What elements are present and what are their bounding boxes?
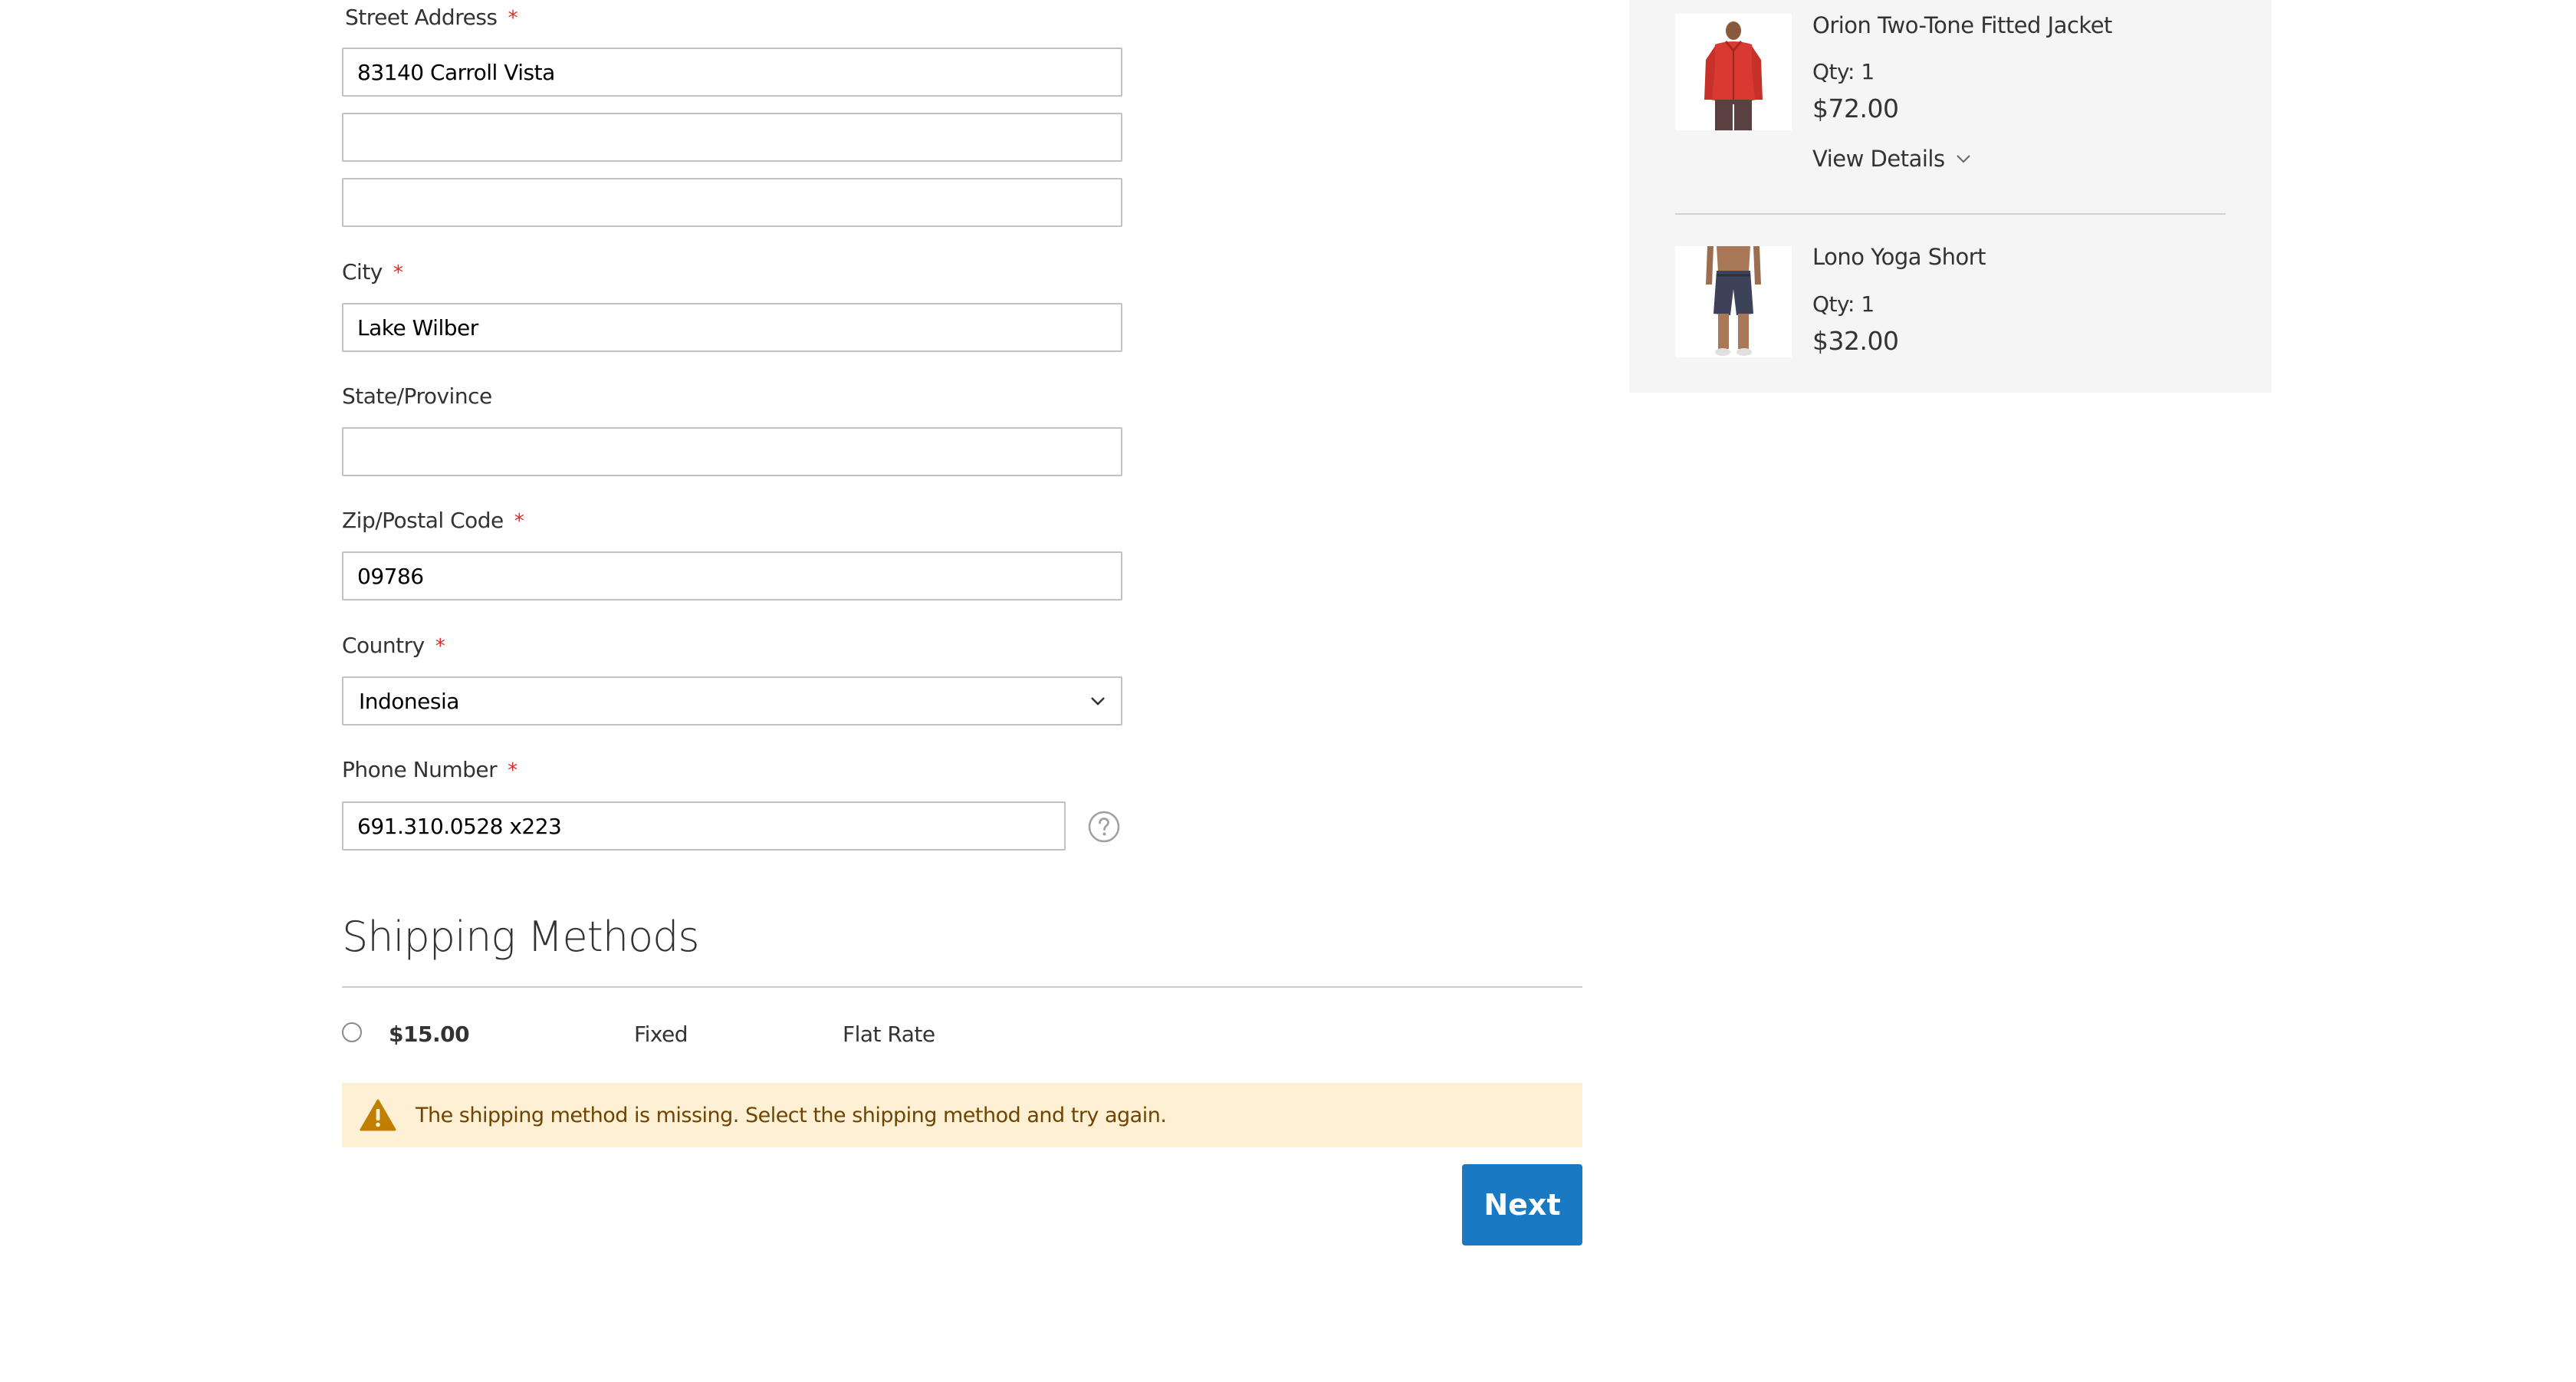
state-province-label-text: State/Province bbox=[342, 383, 492, 409]
street-address-line2-input[interactable] bbox=[342, 113, 1122, 162]
chevron-down-icon bbox=[1091, 697, 1105, 706]
product-name: Orion Two-Tone Fitted Jacket bbox=[1812, 12, 2112, 38]
shipping-method-warning: The shipping method is missing. Select t… bbox=[342, 1083, 1582, 1147]
shorts-product-image bbox=[1675, 246, 1792, 357]
shipping-method-price: $15.00 bbox=[389, 1022, 470, 1047]
required-marker: * bbox=[508, 7, 518, 30]
view-details-label: View Details bbox=[1812, 146, 1945, 172]
phone-number-label-text: Phone Number bbox=[342, 757, 498, 782]
state-province-label: State/Province bbox=[342, 383, 492, 409]
shipping-method-carrier: Flat Rate bbox=[843, 1022, 935, 1047]
street-address-line3-input[interactable] bbox=[342, 178, 1122, 227]
shipping-methods-title: Shipping Methods bbox=[342, 913, 700, 961]
phone-number-input[interactable] bbox=[342, 801, 1066, 851]
required-marker: * bbox=[435, 635, 445, 658]
country-selected-value: Indonesia bbox=[359, 688, 459, 714]
product-name: Lono Yoga Short bbox=[1812, 244, 1986, 270]
city-label: City * bbox=[342, 259, 403, 285]
summary-item-divider bbox=[1675, 213, 2226, 215]
view-details-toggle[interactable]: View Details bbox=[1812, 146, 1973, 172]
zip-code-input[interactable] bbox=[342, 551, 1122, 601]
help-question-icon[interactable] bbox=[1087, 810, 1121, 844]
next-button[interactable]: Next bbox=[1462, 1164, 1582, 1245]
warning-triangle-icon bbox=[360, 1099, 396, 1131]
street-address-label-text: Street Address bbox=[345, 5, 498, 30]
street-address-label: Street Address * bbox=[345, 5, 518, 30]
shipping-method-radio[interactable] bbox=[342, 1022, 362, 1042]
product-qty: Qty: 1 bbox=[1812, 59, 1875, 84]
city-input[interactable] bbox=[342, 303, 1122, 352]
state-province-input[interactable] bbox=[342, 427, 1122, 476]
required-marker: * bbox=[508, 759, 518, 782]
country-label-text: Country bbox=[342, 633, 425, 658]
zip-code-label-text: Zip/Postal Code bbox=[342, 508, 504, 533]
zip-code-label: Zip/Postal Code * bbox=[342, 508, 524, 533]
street-address-line1-input[interactable] bbox=[342, 48, 1122, 97]
country-select[interactable]: Indonesia bbox=[342, 676, 1122, 726]
required-marker: * bbox=[514, 510, 524, 533]
product-price: $32.00 bbox=[1812, 326, 1899, 356]
country-label: Country * bbox=[342, 633, 445, 658]
product-thumbnail[interactable] bbox=[1675, 246, 1792, 357]
product-qty: Qty: 1 bbox=[1812, 291, 1875, 317]
phone-number-label: Phone Number * bbox=[342, 757, 518, 782]
product-thumbnail[interactable] bbox=[1675, 14, 1792, 130]
chevron-down-icon bbox=[1956, 155, 1970, 163]
product-price: $72.00 bbox=[1812, 94, 1899, 123]
required-marker: * bbox=[393, 262, 403, 285]
section-divider bbox=[342, 986, 1582, 988]
city-label-text: City bbox=[342, 259, 383, 285]
shipping-method-type: Fixed bbox=[634, 1022, 688, 1047]
warning-message: The shipping method is missing. Select t… bbox=[416, 1103, 1167, 1127]
jacket-product-image bbox=[1675, 14, 1792, 130]
